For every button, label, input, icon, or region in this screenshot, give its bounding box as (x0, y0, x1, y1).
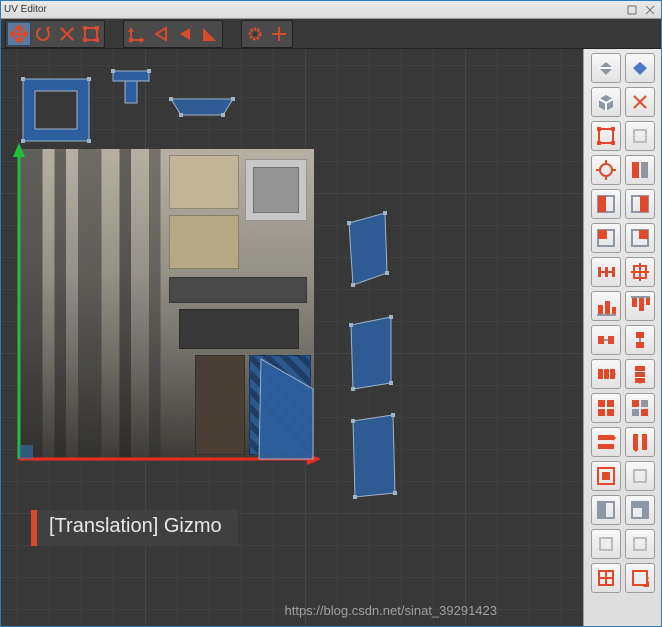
toolbox-row (591, 563, 655, 593)
blank-b-button[interactable] (625, 461, 655, 491)
toolbox-row (591, 325, 655, 355)
frame-button[interactable] (591, 461, 621, 491)
pivot-toggle-button[interactable] (125, 22, 149, 46)
fit-rect-button[interactable] (591, 121, 621, 151)
move-tool-button[interactable] (7, 22, 31, 46)
flow-h-button[interactable] (591, 359, 621, 389)
settings-group (241, 20, 293, 48)
flow-v-button[interactable] (625, 359, 655, 389)
close-button[interactable] (642, 3, 658, 17)
next-island-button[interactable] (197, 22, 221, 46)
export-button[interactable] (625, 563, 655, 593)
grid-a-button[interactable] (591, 393, 621, 423)
dist-box-button[interactable] (625, 257, 655, 287)
toolbox-row (591, 223, 655, 253)
uv-canvas[interactable]: [Translation] Gizmo https://blog.csdn.ne… (1, 49, 583, 626)
island-para-1[interactable] (349, 213, 387, 285)
split-v-button[interactable] (625, 155, 655, 185)
island-frame-inner[interactable] (35, 91, 77, 129)
layout-b-button[interactable] (625, 495, 655, 525)
blank-c-button[interactable] (591, 529, 621, 559)
toolbox-row (591, 155, 655, 185)
toolbox-row (591, 427, 655, 457)
stack-v-button[interactable] (625, 427, 655, 457)
island-para-3[interactable] (353, 415, 395, 497)
caption-bar: [Translation] Gizmo (31, 510, 238, 546)
join-v-button[interactable] (625, 325, 655, 355)
top-toolbar (1, 19, 661, 49)
prev-island-button[interactable] (149, 22, 173, 46)
island-cap-stem[interactable] (125, 81, 137, 103)
corner-tl-button[interactable] (591, 223, 621, 253)
layout-a-button[interactable] (591, 495, 621, 525)
titlebar: UV Editor (1, 1, 661, 19)
align-b-button[interactable] (591, 291, 621, 321)
toolbox-row (591, 495, 655, 525)
detach-button[interactable] (624, 3, 640, 17)
scale-tool-button[interactable] (55, 22, 79, 46)
toolbox-row (591, 291, 655, 321)
shade-flat-button[interactable] (625, 53, 655, 83)
play-back-button[interactable] (173, 22, 197, 46)
toolbox-row (591, 121, 655, 151)
empty-a-button[interactable] (625, 121, 655, 151)
caption-label: [Translation] Gizmo (37, 510, 238, 546)
align-t-button[interactable] (625, 291, 655, 321)
snap-toggle-button[interactable] (267, 22, 291, 46)
toolbox-row (591, 189, 655, 219)
blank-d-button[interactable] (625, 529, 655, 559)
shade-smooth-button[interactable] (591, 53, 621, 83)
half-left-button[interactable] (591, 189, 621, 219)
right-toolbox (583, 49, 661, 626)
rect-tool-button[interactable] (79, 22, 103, 46)
island-trapezoid[interactable] (171, 99, 233, 115)
stack-h-button[interactable] (591, 427, 621, 457)
toolbox-row (591, 257, 655, 287)
grid-b-button[interactable] (625, 393, 655, 423)
island-blue-wedge[interactable] (259, 359, 313, 459)
cube-button[interactable] (591, 87, 621, 117)
toolbox-row (591, 359, 655, 389)
toolbox-row (591, 87, 655, 117)
pivot-group (123, 20, 223, 48)
target-button[interactable] (591, 155, 621, 185)
dist-h-button[interactable] (591, 257, 621, 287)
remove-button[interactable] (625, 87, 655, 117)
toolbox-row (591, 393, 655, 423)
uv-editor-window: UV Editor (0, 0, 662, 627)
toolbox-row (591, 53, 655, 83)
grid-c-button[interactable] (591, 563, 621, 593)
transform-group (5, 20, 105, 48)
half-right-button[interactable] (625, 189, 655, 219)
watermark-text: https://blog.csdn.net/sinat_39291423 (285, 603, 498, 618)
island-cap-top[interactable] (113, 71, 149, 81)
toolbox-row (591, 529, 655, 559)
window-title: UV Editor (4, 4, 622, 15)
island-para-2[interactable] (351, 317, 391, 389)
corner-tr-button[interactable] (625, 223, 655, 253)
rotate-tool-button[interactable] (31, 22, 55, 46)
settings-gear-button[interactable] (243, 22, 267, 46)
join-h-button[interactable] (591, 325, 621, 355)
toolbox-row (591, 461, 655, 491)
